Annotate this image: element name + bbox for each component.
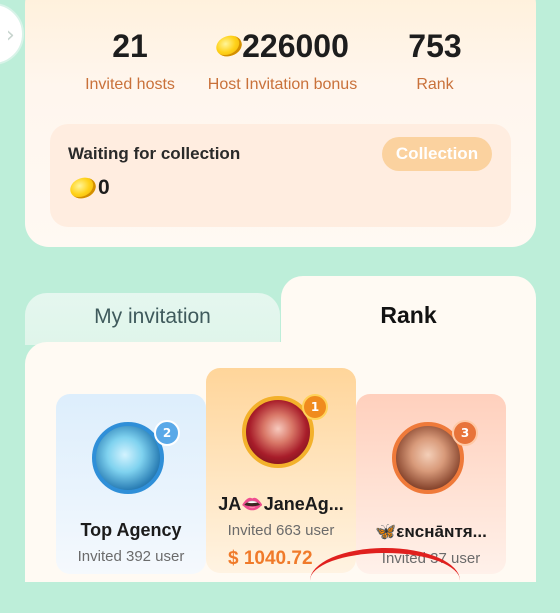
rank-card-2[interactable]: 2 Top Agency Invited 392 user (56, 394, 206, 574)
collection-button[interactable]: Collection (382, 137, 492, 171)
invited-hosts-value: 21 (112, 28, 148, 64)
rank-amount: $ 1040.72 (228, 548, 313, 569)
host-bonus-label: Host Invitation bonus (207, 76, 358, 93)
invited-hosts-stat: 21 Invited hosts (80, 28, 180, 94)
medal-icon: 3 (452, 420, 478, 446)
tab-rank[interactable]: Rank (281, 276, 536, 346)
host-bonus-row: 226000 (200, 28, 365, 64)
host-bonus-value: 226000 (242, 28, 349, 64)
rank-value: 753 (408, 28, 462, 64)
rank-card-3[interactable]: 3 🦋εɴcнāɴтя... Invited 37 user (356, 394, 506, 574)
rank-stat: 753 Rank (385, 28, 485, 94)
rank-name: JA👄JaneAg... (218, 494, 344, 514)
collection-amount-row: 0 (67, 174, 110, 202)
rank-name: 🦋εɴcнāɴтя... (375, 522, 487, 541)
medal-icon: 1 (302, 394, 328, 420)
rank-card-1[interactable]: 1 JA👄JaneAg... Invited 663 user $ 1040.7… (206, 368, 356, 573)
invited-hosts-label: Invited hosts (85, 76, 175, 93)
medal-icon: 2 (154, 420, 180, 446)
red-scribble-mark (310, 548, 460, 613)
rank-label: Rank (416, 76, 454, 93)
tab-my-invitation[interactable]: My invitation (25, 293, 280, 345)
coin-icon (67, 174, 99, 202)
collection-title: Waiting for collection (68, 144, 241, 163)
collection-amount: 0 (98, 176, 110, 199)
host-bonus-stat: 226000 Host Invitation bonus (200, 28, 365, 94)
rank-invited: Invited 392 user (77, 548, 185, 565)
rank-invited: Invited 663 user (227, 522, 335, 539)
back-tab[interactable]: › (0, 3, 24, 65)
rank-name: Top Agency (80, 520, 182, 540)
collection-box: Waiting for collection 0 Collection (50, 124, 511, 227)
coin-icon (213, 32, 245, 60)
stats-card: 21 Invited hosts 226000 Host Invitation … (25, 0, 536, 247)
chevron-right-icon: › (6, 23, 15, 48)
